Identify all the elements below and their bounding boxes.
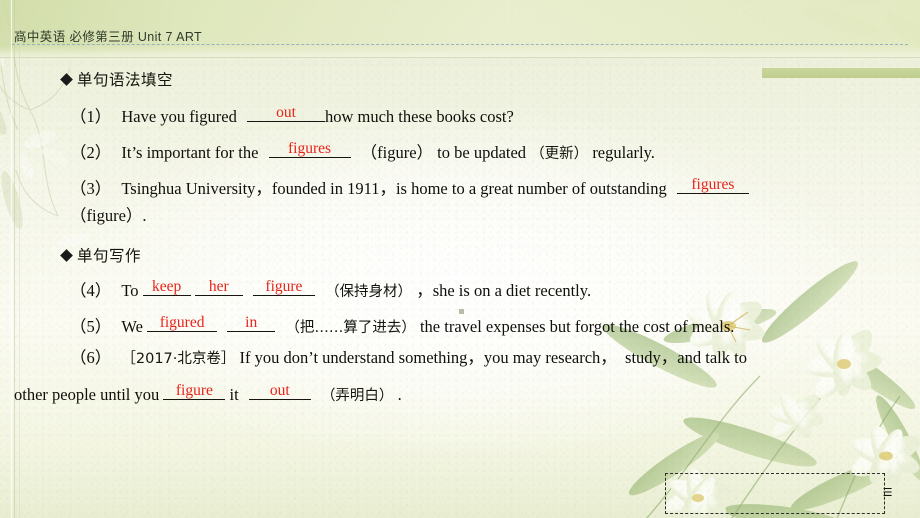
question-4-answer-1: keep [152,277,182,295]
question-1-blank-1[interactable]: out [246,103,325,122]
question-6-continuation: other people until you figure it out （弄明… [14,382,402,404]
question-2: （2） It’s important for the figures （figu… [70,140,655,162]
question-4-gloss: （保持身材） [325,284,413,300]
question-3-answer-1: figures [691,175,735,193]
question-3: （3） Tsinghua University，founded in 1911，… [70,176,749,198]
section-heading-writing: 单句写作 [60,244,142,266]
question-2-number: （2） [70,143,112,162]
section-heading-writing-label: 单句写作 [77,247,142,265]
question-2-text-a: It’s important for the [121,143,259,162]
question-5-answer-2: in [245,313,258,331]
question-5-blank-1[interactable]: figured [147,313,218,332]
question-4-text-b: ，she is on a diet recently. [416,281,592,300]
header-dashed-divider [12,44,908,45]
section-heading-grammar-label: 单句语法填空 [77,71,174,89]
question-6-blank-1[interactable]: figure [163,381,226,400]
question-5-text-a: We [121,317,143,336]
question-6-answer-2: out [269,381,290,399]
question-5-gloss: （把……算了进去） [285,320,416,336]
question-5-blank-2[interactable]: in [227,313,276,332]
question-6-text-b: other people until you [14,385,160,404]
question-4: （4） To keep her figure （保持身材） ，she is on… [70,278,591,300]
slide-canvas: 高中英语 必修第三册 Unit 7 ART 单句语法填空 （1） Have yo… [0,0,920,518]
question-3-blank-1[interactable]: figures [676,175,749,194]
question-3-number: （3） [70,179,112,198]
question-1-text-a: Have you figured [121,107,237,126]
question-4-blank-3[interactable]: figure [252,277,315,296]
question-2-text-c: regularly. [592,143,655,162]
question-5-answer-1: figured [159,313,205,331]
question-2-text-b: （figure） to be updated [360,143,527,162]
question-6-text-a: If you don’t understand something，you ma… [239,348,747,367]
diamond-bullet-icon [60,72,73,86]
question-6-source-tag: ［2017·北京卷］ [121,351,236,367]
media-placeholder-icon[interactable]: ☰ [879,486,896,499]
question-6-answer-1: figure [175,381,213,399]
section-heading-grammar: 单句语法填空 [60,68,174,90]
question-3-text-a: Tsinghua University，founded in 1911，is h… [121,179,667,198]
question-4-number: （4） [70,281,112,300]
question-6-gloss: （弄明白） [320,388,394,404]
question-1: （1） Have you figured out how much these b… [70,104,514,126]
question-4-answer-3: figure [265,277,303,295]
diamond-bullet-icon [60,248,73,262]
question-5-number: （5） [70,317,112,336]
question-4-blank-1[interactable]: keep [142,277,191,296]
question-2-blank-1[interactable]: figures [268,139,351,158]
question-6-blank-2[interactable]: out [248,381,311,400]
question-3-continuation: （figure）. [70,206,147,225]
question-6-number: （6） [70,348,112,367]
question-1-number: （1） [70,107,112,126]
question-2-gloss: （更新） [530,146,589,162]
question-4-answer-2: her [208,277,229,295]
question-6: （6） ［2017·北京卷］ If you don’t understand s… [70,348,747,367]
slide-content: 单句语法填空 （1） Have you figured out how much … [0,58,920,518]
question-6-text-d: . [397,385,402,404]
question-2-answer-1: figures [287,139,332,157]
question-1-answer-1: out [276,103,296,121]
question-5: （5） We figured in （把……算了进去） the travel e… [70,314,734,336]
question-1-text-b: how much these books cost? [324,107,514,126]
question-6-text-c: it [229,385,239,404]
question-4-text-a: To [121,281,139,300]
question-5-text-b: the travel expenses but forgot the cost … [419,317,735,336]
question-4-blank-2[interactable]: her [194,277,243,296]
page-title: 高中英语 必修第三册 Unit 7 ART [14,30,203,44]
content-placeholder[interactable]: ☰ [665,473,892,514]
